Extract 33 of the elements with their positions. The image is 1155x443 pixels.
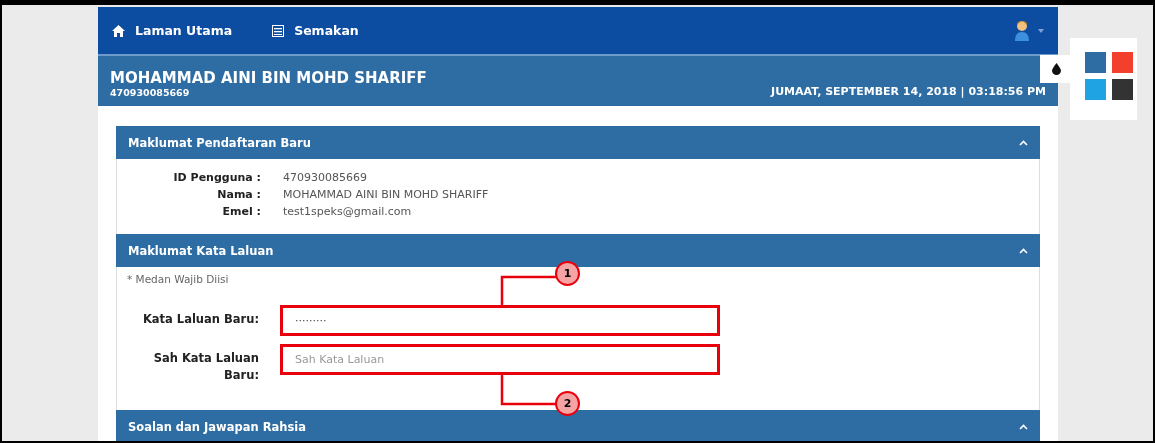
- field-label: Kata Laluan Baru:: [141, 311, 259, 328]
- list-icon: [272, 24, 285, 37]
- field-value: MOHAMMAD AINI BIN MOHD SHARIFF: [283, 188, 489, 201]
- field-label: Nama :: [216, 188, 261, 201]
- section-header[interactable]: Maklumat Pendaftaran Baru: [116, 126, 1040, 159]
- field-label: Emel :: [221, 205, 261, 218]
- color-swatch[interactable]: [1112, 79, 1133, 100]
- palette-tab[interactable]: [1040, 55, 1072, 83]
- color-swatch[interactable]: [1112, 52, 1133, 73]
- field-value: 470930085669: [283, 171, 367, 184]
- chevron-up-icon[interactable]: [1019, 139, 1028, 146]
- color-swatch[interactable]: [1085, 79, 1106, 100]
- user-name: MOHAMMAD AINI BIN MOHD SHARIFF: [110, 69, 427, 87]
- chevron-up-icon[interactable]: [1019, 423, 1028, 430]
- user-avatar-icon[interactable]: [1014, 19, 1030, 42]
- section-header[interactable]: Maklumat Kata Laluan: [116, 234, 1040, 267]
- callout-number: 2: [555, 391, 580, 416]
- callout-number: 1: [555, 261, 580, 286]
- user-id: 470930085669: [110, 87, 191, 98]
- date-time: JUMAAT, SEPTEMBER 14, 2018 | 03:18:56 PM: [771, 85, 1046, 98]
- field-label: ID Pengguna :: [172, 171, 261, 184]
- field-value: test1speks@gmail.com: [283, 205, 412, 218]
- field-label: Sah Kata Laluan Baru:: [152, 350, 259, 384]
- input-field[interactable]: Sah Kata Laluan: [280, 344, 720, 375]
- droplet-icon: [1051, 63, 1061, 75]
- nav-link[interactable]: Semakan: [272, 23, 359, 38]
- nav-link[interactable]: Laman Utama: [112, 23, 233, 38]
- section-header[interactable]: Soalan dan Jawapan Rahsia: [116, 410, 1040, 441]
- caret-icon[interactable]: [1038, 28, 1044, 33]
- color-swatch[interactable]: [1085, 52, 1106, 73]
- password-field[interactable]: ·········: [280, 305, 720, 336]
- home-icon: [112, 24, 125, 37]
- chevron-up-icon[interactable]: [1019, 247, 1028, 254]
